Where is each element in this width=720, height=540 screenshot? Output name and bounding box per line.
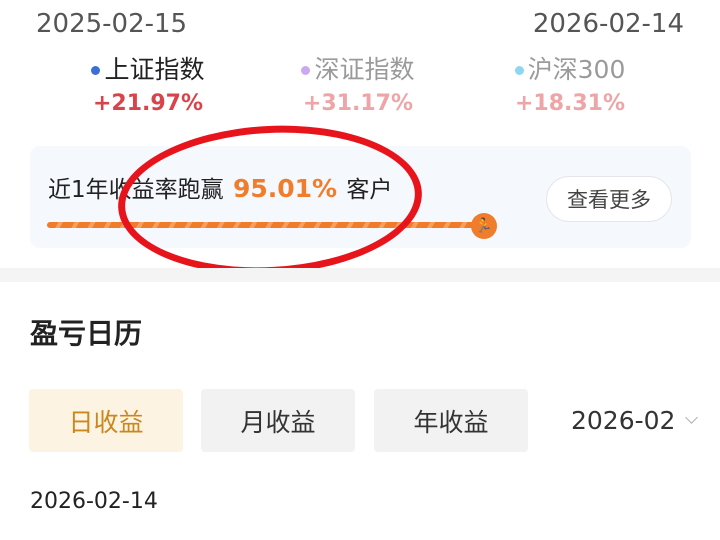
shanghai-dot-icon [91,65,101,75]
view-more-button[interactable]: 查看更多 [546,176,672,222]
rank-text-prefix: 近1年收益率跑赢 [48,177,224,203]
rank-text-suffix: 客户 [346,177,393,203]
selected-day-label: 2026-02-14 [30,489,158,514]
tab-monthly-return[interactable]: 月收益 [201,389,355,452]
rank-percent: 95.01% [232,174,338,203]
calendar-title: 盈亏日历 [30,317,143,350]
shenzhen-dot-icon [301,65,311,75]
index-item-shenzhen: 深证指数 +31.17% [258,52,458,120]
index-name-label: 深证指数 [314,55,415,84]
index-item-hs300: 沪深300 +18.31% [470,52,670,120]
section-divider [0,268,720,282]
index-name-label: 沪深300 [527,55,626,84]
month-selector[interactable]: 2026-02 [571,400,699,440]
index-name-label: 上证指数 [104,55,205,84]
index-return-value: +21.97% [92,91,204,116]
hs300-dot-icon [514,65,524,75]
start-date: 2025-02-15 [36,9,188,39]
index-return-value: +31.17% [302,91,414,116]
tab-daily-return[interactable]: 日收益 [29,389,183,452]
return-rank-card: 近1年收益率跑赢 95.01% 客户 🏃 查看更多 [30,146,691,248]
runner-icon: 🏃 [471,213,497,239]
index-item-shanghai: 上证指数 +21.97% [48,52,248,120]
chevron-down-icon [685,410,699,424]
tab-yearly-return[interactable]: 年收益 [374,389,528,452]
month-selector-value: 2026-02 [571,405,676,435]
end-date: 2026-02-14 [532,9,684,39]
date-range-row: 2025-02-15 2026-02-14 [36,6,684,42]
rank-text: 近1年收益率跑赢 95.01% 客户 [48,170,392,204]
index-comparison-row: 上证指数 +21.97% 深证指数 +31.17% 沪深300 +18.31% [0,52,720,124]
rank-progress-bar [47,222,479,228]
index-return-value: +18.31% [514,91,626,116]
